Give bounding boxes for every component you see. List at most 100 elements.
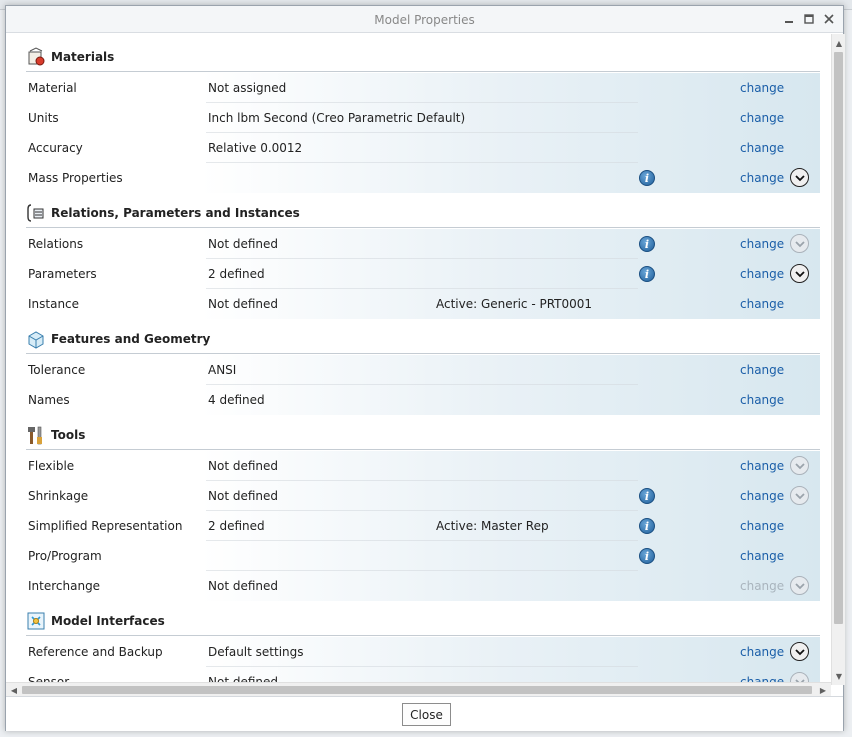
model-properties-dialog: Model Properties Materials Material Not as…	[5, 5, 845, 731]
property-value: Relative 0.0012	[208, 141, 303, 155]
tools-icon	[26, 425, 46, 445]
info-icon[interactable]: i	[639, 170, 655, 186]
section-title: Model Interfaces	[51, 613, 165, 628]
change-link[interactable]: change	[740, 171, 784, 185]
expand-chevron-icon[interactable]	[790, 264, 809, 283]
property-label: Mass Properties	[28, 171, 123, 185]
section-title: Features and Geometry	[51, 331, 211, 346]
row-background	[26, 289, 820, 319]
row-background	[26, 229, 820, 259]
dialog-title: Model Properties	[374, 13, 475, 27]
relations-icon	[26, 203, 46, 223]
section-title: Relations, Parameters and Instances	[51, 205, 300, 220]
property-row: Reference and Backup Default settings chan…	[26, 637, 820, 667]
property-row: Tolerance ANSI change	[26, 355, 820, 385]
change-link[interactable]: change	[740, 297, 784, 311]
property-value: 2 defined	[208, 519, 265, 533]
close-button[interactable]: Close	[402, 703, 451, 726]
info-icon[interactable]: i	[639, 518, 655, 534]
property-label: Relations	[28, 237, 84, 251]
change-link[interactable]: change	[740, 459, 784, 473]
maximize-icon[interactable]	[801, 11, 817, 27]
title-bar: Model Properties	[6, 6, 843, 33]
vertical-scroll-thumb[interactable]	[834, 52, 843, 624]
property-value: Not defined	[208, 297, 279, 311]
property-label: Pro/Program	[28, 549, 102, 563]
property-value: Not defined	[208, 489, 279, 503]
expand-chevron-icon[interactable]	[790, 168, 809, 187]
change-link[interactable]: change	[740, 519, 784, 533]
section-title: Materials	[51, 49, 115, 64]
scroll-down-icon[interactable]: ▼	[832, 669, 846, 683]
property-row: Parameters 2 defined i change	[26, 259, 820, 289]
info-icon[interactable]: i	[639, 548, 655, 564]
row-background	[26, 481, 820, 511]
row-background	[26, 355, 820, 385]
change-link[interactable]: change	[740, 489, 784, 503]
expand-chevron-icon[interactable]	[790, 642, 809, 661]
property-row: Pro/Program i change	[26, 541, 820, 571]
property-label: Names	[28, 393, 70, 407]
property-label: Instance	[28, 297, 80, 311]
minimize-icon[interactable]	[781, 11, 797, 27]
info-icon[interactable]: i	[639, 266, 655, 282]
scroll-right-icon[interactable]: ▶	[816, 683, 830, 697]
info-icon[interactable]: i	[639, 488, 655, 504]
scroll-up-icon[interactable]: ▲	[832, 36, 846, 50]
property-label: Sensor	[28, 675, 70, 682]
change-link[interactable]: change	[740, 141, 784, 155]
section-title: Tools	[51, 427, 86, 442]
section-header: Model Interfaces	[26, 606, 820, 636]
property-value: 4 defined	[208, 393, 265, 407]
property-label: Flexible	[28, 459, 75, 473]
expand-chevron-icon[interactable]	[790, 486, 809, 505]
property-label: Accuracy	[28, 141, 83, 155]
expand-chevron-icon[interactable]	[790, 456, 809, 475]
property-value: Not assigned	[208, 81, 287, 95]
materials-icon	[26, 46, 46, 67]
properties-panel: Materials Material Not assigned change Units…	[6, 34, 830, 682]
info-icon[interactable]: i	[639, 236, 655, 252]
row-background	[26, 73, 820, 103]
property-row: Shrinkage Not defined i change	[26, 481, 820, 511]
expand-chevron-icon[interactable]	[790, 234, 809, 253]
vertical-scrollbar[interactable]: ▲ ▼	[831, 34, 845, 685]
change-link[interactable]: change	[740, 393, 784, 407]
property-label: Reference and Backup	[28, 645, 163, 659]
property-value: ANSI	[208, 363, 237, 377]
section-header: Relations, Parameters and Instances	[26, 198, 820, 228]
property-value: Not defined	[208, 675, 279, 682]
change-link[interactable]: change	[740, 363, 784, 377]
property-row: Mass Properties i change	[26, 163, 820, 193]
property-active-value: Active: Master Rep	[436, 519, 549, 533]
property-label: Parameters	[28, 267, 97, 281]
property-value: 2 defined	[208, 267, 265, 281]
property-row: Names 4 defined change	[26, 385, 820, 415]
horizontal-scroll-thumb[interactable]	[22, 686, 812, 694]
property-label: Shrinkage	[28, 489, 89, 503]
row-background	[26, 451, 820, 481]
property-label: Interchange	[28, 579, 101, 593]
property-label: Tolerance	[28, 363, 86, 377]
section-header: Features and Geometry	[26, 324, 820, 354]
horizontal-scrollbar[interactable]: ◀ ▶	[6, 682, 831, 696]
change-link[interactable]: change	[740, 549, 784, 563]
property-value: Inch lbm Second (Creo Parametric Default…	[208, 111, 466, 125]
row-background	[26, 133, 820, 163]
change-link[interactable]: change	[740, 675, 784, 682]
change-link[interactable]: change	[740, 111, 784, 125]
model-interfaces-icon	[26, 611, 46, 631]
property-value: Not defined	[208, 237, 279, 251]
expand-chevron-icon[interactable]	[790, 576, 809, 595]
scroll-left-icon[interactable]: ◀	[7, 683, 21, 697]
change-link[interactable]: change	[740, 81, 784, 95]
property-row: Units Inch lbm Second (Creo Parametric De…	[26, 103, 820, 133]
property-value: Not defined	[208, 459, 279, 473]
change-link[interactable]: change	[740, 267, 784, 281]
property-row: Relations Not defined i change	[26, 229, 820, 259]
change-link[interactable]: change	[740, 237, 784, 251]
close-window-icon[interactable]	[821, 11, 837, 27]
property-row: Instance Not defined Active: Generic - PRT…	[26, 289, 820, 319]
property-active-value: Active: Generic - PRT0001	[436, 297, 593, 311]
change-link[interactable]: change	[740, 645, 784, 659]
